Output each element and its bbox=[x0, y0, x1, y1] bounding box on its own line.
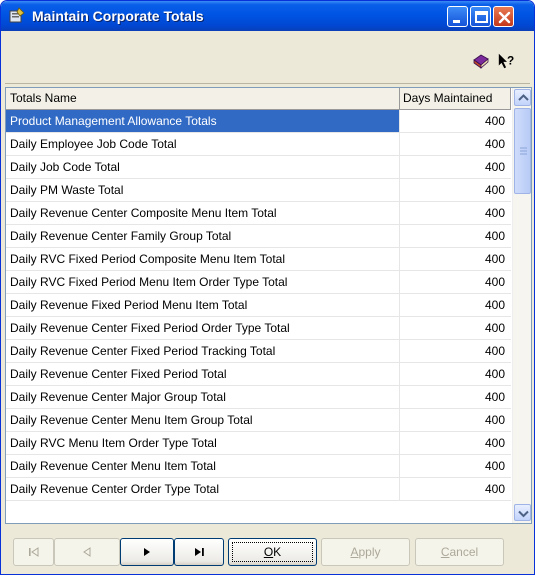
totals-name-cell[interactable]: Daily Revenue Center Menu Item Total bbox=[6, 455, 400, 477]
totals-name-cell[interactable]: Daily Revenue Center Composite Menu Item… bbox=[6, 202, 400, 224]
days-maintained-cell[interactable]: 400 bbox=[400, 156, 511, 178]
next-record-button[interactable] bbox=[120, 538, 174, 566]
days-maintained-cell[interactable]: 400 bbox=[400, 225, 511, 247]
days-maintained-cell[interactable]: 400 bbox=[400, 363, 511, 385]
days-maintained-cell[interactable]: 400 bbox=[400, 432, 511, 454]
totals-name-cell[interactable]: Daily RVC Menu Item Order Type Total bbox=[6, 432, 400, 454]
ok-button[interactable]: OK bbox=[228, 538, 317, 566]
toolbar: ? bbox=[5, 32, 530, 84]
totals-name-cell[interactable]: Daily Revenue Fixed Period Menu Item Tot… bbox=[6, 294, 400, 316]
focus-rect bbox=[232, 542, 313, 562]
maintain-corporate-totals-window: Maintain Corporate Totals ? Totals Name … bbox=[0, 0, 535, 575]
table-row[interactable]: Daily Revenue Center Fixed Period Order … bbox=[6, 317, 511, 340]
table-row[interactable]: Daily Revenue Center Family Group Total 4… bbox=[6, 225, 511, 248]
totals-name-cell[interactable]: Daily RVC Fixed Period Composite Menu It… bbox=[6, 248, 400, 270]
days-maintained-cell[interactable]: 400 bbox=[400, 271, 511, 293]
table-row[interactable]: Daily Job Code Total 400 bbox=[6, 156, 511, 179]
days-maintained-cell[interactable]: 400 bbox=[400, 409, 511, 431]
totals-name-cell[interactable]: Daily Job Code Total bbox=[6, 156, 400, 178]
totals-name-cell[interactable]: Daily PM Waste Total bbox=[6, 179, 400, 201]
table-row[interactable]: Daily Revenue Center Major Group Total 40… bbox=[6, 386, 511, 409]
totals-name-cell[interactable]: Daily Revenue Center Family Group Total bbox=[6, 225, 400, 247]
table-row[interactable]: Daily RVC Fixed Period Menu Item Order T… bbox=[6, 271, 511, 294]
grid-header: Totals Name Days Maintained bbox=[6, 88, 511, 110]
column-header-days-maintained[interactable]: Days Maintained bbox=[400, 88, 511, 109]
scroll-thumb[interactable] bbox=[514, 108, 531, 194]
days-maintained-cell[interactable]: 400 bbox=[400, 133, 511, 155]
totals-name-cell[interactable]: Daily Employee Job Code Total bbox=[6, 133, 400, 155]
first-record-button[interactable] bbox=[13, 538, 54, 566]
table-row[interactable]: Daily Revenue Center Fixed Period Tracki… bbox=[6, 340, 511, 363]
days-maintained-cell[interactable]: 400 bbox=[400, 202, 511, 224]
window-title: Maintain Corporate Totals bbox=[32, 8, 204, 24]
days-maintained-cell[interactable]: 400 bbox=[400, 294, 511, 316]
grid-rows: Product Management Allowance Totals 400 Da… bbox=[6, 110, 511, 501]
table-row[interactable]: Daily Revenue Fixed Period Menu Item Tot… bbox=[6, 294, 511, 317]
title-bar[interactable]: Maintain Corporate Totals bbox=[1, 1, 534, 31]
totals-name-cell[interactable]: Daily Revenue Center Order Type Total bbox=[6, 478, 400, 500]
table-row[interactable]: Daily RVC Fixed Period Composite Menu It… bbox=[6, 248, 511, 271]
totals-name-cell[interactable]: Daily Revenue Center Major Group Total bbox=[6, 386, 400, 408]
totals-name-cell[interactable]: Daily RVC Fixed Period Menu Item Order T… bbox=[6, 271, 400, 293]
totals-name-cell[interactable]: Daily Revenue Center Fixed Period Order … bbox=[6, 317, 400, 339]
apply-label-rest: pply bbox=[358, 545, 381, 559]
scroll-down-button[interactable] bbox=[514, 504, 531, 521]
totals-name-cell[interactable]: Daily Revenue Center Fixed Period Total bbox=[6, 363, 400, 385]
help-pointer-icon[interactable]: ? bbox=[497, 51, 517, 71]
days-maintained-cell[interactable]: 400 bbox=[400, 110, 511, 132]
days-maintained-cell[interactable]: 400 bbox=[400, 455, 511, 477]
totals-grid[interactable]: Totals Name Days Maintained Product Mana… bbox=[5, 87, 532, 524]
table-row[interactable]: Daily RVC Menu Item Order Type Total 400 bbox=[6, 432, 511, 455]
maximize-button[interactable] bbox=[470, 6, 491, 27]
book-icon[interactable] bbox=[471, 51, 491, 71]
scroll-up-button[interactable] bbox=[514, 89, 531, 106]
table-row[interactable]: Daily PM Waste Total 400 bbox=[6, 179, 511, 202]
apply-mnemonic: A bbox=[350, 545, 359, 559]
table-row[interactable]: Daily Revenue Center Menu Item Total 400 bbox=[6, 455, 511, 478]
apply-button[interactable]: Apply bbox=[321, 538, 410, 566]
days-maintained-cell[interactable]: 400 bbox=[400, 179, 511, 201]
vertical-scrollbar[interactable] bbox=[512, 88, 531, 523]
last-record-button[interactable] bbox=[174, 538, 224, 566]
days-maintained-cell[interactable]: 400 bbox=[400, 317, 511, 339]
table-row[interactable]: Daily Revenue Center Menu Item Group Tot… bbox=[6, 409, 511, 432]
minimize-button[interactable] bbox=[447, 6, 468, 27]
close-button[interactable] bbox=[493, 6, 514, 27]
column-header-totals-name[interactable]: Totals Name bbox=[6, 88, 400, 109]
cancel-button[interactable]: Cancel bbox=[415, 538, 504, 566]
totals-name-cell[interactable]: Daily Revenue Center Menu Item Group Tot… bbox=[6, 409, 400, 431]
svg-text:?: ? bbox=[507, 54, 514, 68]
table-row[interactable]: Daily Revenue Center Fixed Period Total 4… bbox=[6, 363, 511, 386]
app-icon bbox=[9, 7, 25, 23]
days-maintained-cell[interactable]: 400 bbox=[400, 340, 511, 362]
totals-name-cell[interactable]: Daily Revenue Center Fixed Period Tracki… bbox=[6, 340, 400, 362]
table-row[interactable]: Daily Revenue Center Composite Menu Item… bbox=[6, 202, 511, 225]
days-maintained-cell[interactable]: 400 bbox=[400, 248, 511, 270]
table-row[interactable]: Product Management Allowance Totals 400 bbox=[6, 110, 511, 133]
days-maintained-cell[interactable]: 400 bbox=[400, 478, 511, 500]
cancel-label-rest: ancel bbox=[449, 545, 479, 559]
table-row[interactable]: Daily Revenue Center Order Type Total 400 bbox=[6, 478, 511, 501]
days-maintained-cell[interactable]: 400 bbox=[400, 386, 511, 408]
previous-record-button[interactable] bbox=[54, 538, 120, 566]
totals-name-cell[interactable]: Product Management Allowance Totals bbox=[6, 110, 400, 132]
table-row[interactable]: Daily Employee Job Code Total 400 bbox=[6, 133, 511, 156]
